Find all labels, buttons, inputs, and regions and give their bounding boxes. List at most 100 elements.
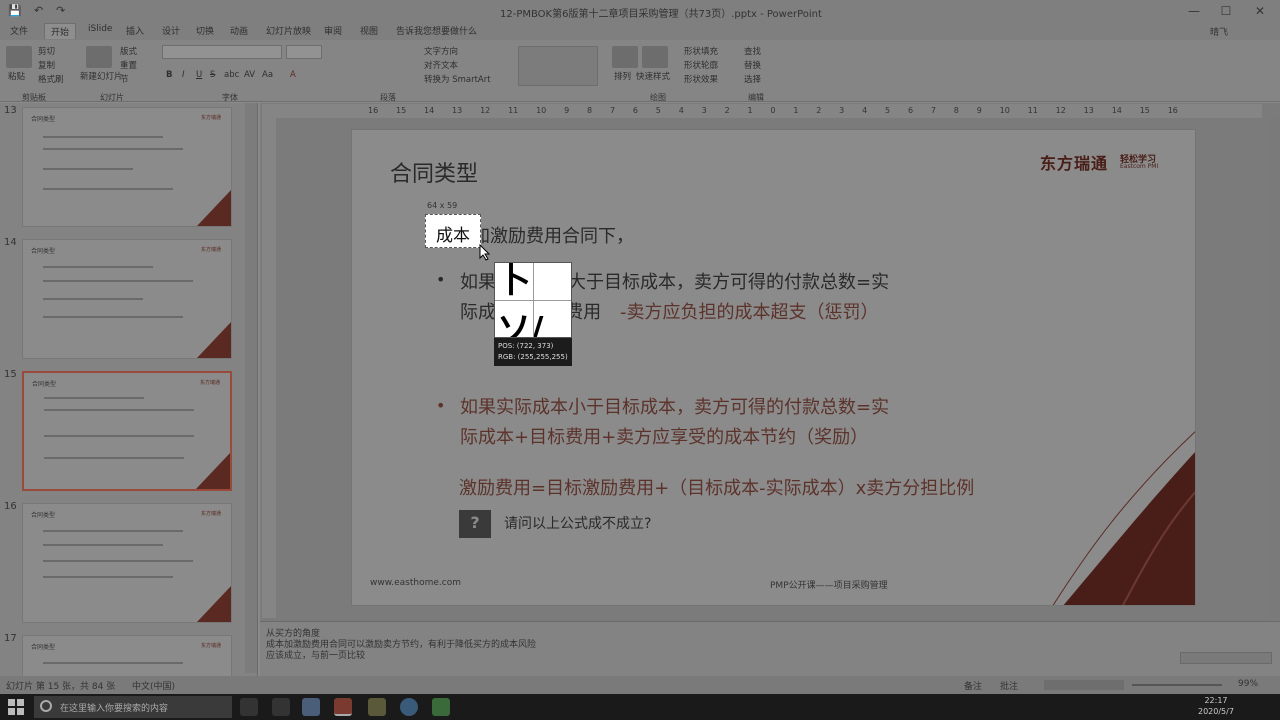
notes-mini-toolbar[interactable] xyxy=(1180,652,1272,664)
editor-scrollbar[interactable] xyxy=(1268,118,1280,618)
find-button[interactable]: 查找 xyxy=(744,45,761,57)
tab-slideshow[interactable]: 幻灯片放映 xyxy=(266,24,311,37)
slide-thumbnail-13[interactable]: 合同类型 东方瑞通 xyxy=(22,107,232,227)
underline-button[interactable]: U xyxy=(196,70,202,80)
shape-fill-button[interactable]: 形状填充 xyxy=(684,45,718,57)
new-slide-button[interactable]: 新建幻灯片 xyxy=(80,70,123,82)
italic-button[interactable]: I xyxy=(182,70,185,80)
slide-canvas[interactable]: 合同类型 东方瑞通 轻松学习 Eastcom PMI • 成本加激励费用合同下，… xyxy=(351,129,1196,606)
smartart-button[interactable]: 转换为 SmartArt xyxy=(424,73,491,85)
font-color-button[interactable]: A xyxy=(290,70,296,80)
bullet-dot: • xyxy=(436,396,446,415)
shadow-button[interactable]: abc xyxy=(224,70,239,80)
bold-button[interactable]: B xyxy=(166,70,172,80)
notes-toggle[interactable]: 备注 xyxy=(964,679,982,692)
shape-effects-button[interactable]: 形状效果 xyxy=(684,73,718,85)
app-icon[interactable] xyxy=(368,698,386,716)
font-size-select[interactable] xyxy=(286,45,322,59)
arrange-button[interactable]: 排列 xyxy=(614,70,631,82)
ruler-tick-label: 6 xyxy=(907,106,914,115)
quick-styles-icon[interactable] xyxy=(642,46,668,68)
browser-icon[interactable] xyxy=(400,698,418,716)
char-spacing-button[interactable]: AV xyxy=(244,70,255,80)
slide-thumbnail-17[interactable]: 合同类型 东方瑞通 xyxy=(22,635,232,678)
language-indicator[interactable]: 中文(中国) xyxy=(132,679,175,692)
tab-view[interactable]: 视图 xyxy=(360,24,378,37)
font-name-select[interactable] xyxy=(162,45,282,59)
tab-transitions[interactable]: 切换 xyxy=(196,24,214,37)
ruler-tick-label: 10 xyxy=(536,106,547,115)
ruler-tick-label: 7 xyxy=(609,106,616,115)
capture-size-label: 64 x 59 xyxy=(427,201,458,210)
view-buttons[interactable] xyxy=(1044,680,1124,690)
align-text-button[interactable]: 对齐文本 xyxy=(424,59,458,71)
powerpoint-icon[interactable] xyxy=(334,698,352,716)
strikethrough-button[interactable]: S xyxy=(210,70,215,80)
zoom-level[interactable]: 99% xyxy=(1238,679,1258,689)
speaker-notes[interactable]: 从买方的角度 成本加激励费用合同可以激励卖方节约，有利于降低买方的成本风险 应该… xyxy=(260,621,1280,676)
thumbnail-logo: 东方瑞通 xyxy=(199,380,220,386)
shape-outline-button[interactable]: 形状轮廓 xyxy=(684,59,718,71)
slide-thumbnail-16[interactable]: 合同类型 东方瑞通 xyxy=(22,503,232,623)
ruler-tick-label: 5 xyxy=(655,106,661,115)
file-explorer-icon[interactable] xyxy=(302,698,320,716)
tab-home[interactable]: 开始 xyxy=(44,23,77,39)
tab-islide[interactable]: iSlide xyxy=(88,24,112,34)
tab-insert[interactable]: 插入 xyxy=(126,24,144,37)
cut-button[interactable]: 剪切 xyxy=(38,45,55,57)
question-text: 请问以上公式成不成立? xyxy=(504,516,652,532)
thumbnails-scrollbar[interactable] xyxy=(245,103,257,673)
copy-button[interactable]: 复制 xyxy=(38,59,55,71)
replace-button[interactable]: 替换 xyxy=(744,59,761,71)
ruler-ticks: 16 15 14 13 12 11 10 9 8 7 6 5 4 3 2 1 0 1 2 3 4 5 6 7 8 9 10 11 12 1… xyxy=(368,106,1178,118)
ruler-tick-label: 14 xyxy=(1111,106,1122,115)
save-icon[interactable]: 💾 xyxy=(8,4,22,17)
company-logo: 东方瑞通 xyxy=(1040,154,1109,173)
tab-file[interactable]: 文件 xyxy=(10,24,28,37)
section-button[interactable]: 节 xyxy=(120,73,129,85)
new-slide-icon[interactable] xyxy=(86,46,112,68)
windows-taskbar: 在这里输入你要搜索的内容 22:17 2020/5/7 xyxy=(0,694,1280,720)
layout-button[interactable]: 版式 xyxy=(120,45,137,57)
zoom-slider[interactable] xyxy=(1132,684,1222,686)
thumbnail-logo: 东方瑞通 xyxy=(200,115,221,121)
reset-button[interactable]: 重置 xyxy=(120,59,137,71)
arrange-icon[interactable] xyxy=(612,46,638,68)
ribbon-tabs: 文件 开始 iSlide 插入 设计 切换 动画 幻灯片放映 审阅 视图 告诉我… xyxy=(0,22,1280,40)
maximize-button[interactable]: ☐ xyxy=(1214,2,1238,20)
minimize-button[interactable]: — xyxy=(1182,2,1206,20)
change-case-button[interactable]: Aa xyxy=(262,70,273,80)
undo-icon[interactable]: ↶ xyxy=(34,4,43,17)
ruler-tick-label: 9 xyxy=(564,106,570,115)
paste-button[interactable]: 粘贴 xyxy=(8,70,25,82)
redo-icon[interactable]: ↷ xyxy=(56,4,65,17)
slide-thumbnail-14[interactable]: 合同类型 东方瑞通 xyxy=(22,239,232,359)
user-name[interactable]: 晴飞 xyxy=(1210,25,1228,38)
paragraph-group-label: 段落 xyxy=(380,93,396,102)
system-clock[interactable]: 22:17 2020/5/7 xyxy=(1198,695,1234,717)
shapes-gallery[interactable] xyxy=(518,46,598,86)
text-direction-button[interactable]: 文字方向 xyxy=(424,45,458,57)
mouse-cursor-icon xyxy=(479,244,491,261)
paste-icon[interactable] xyxy=(6,46,32,68)
windows-start-icon[interactable] xyxy=(8,699,24,715)
microphone-icon[interactable] xyxy=(240,698,258,716)
vertical-ruler xyxy=(262,118,276,618)
ruler-tick-label: 3 xyxy=(839,106,845,115)
tab-review[interactable]: 审阅 xyxy=(324,24,342,37)
wechat-icon[interactable] xyxy=(432,698,450,716)
thumbnail-title: 合同类型 xyxy=(31,644,56,651)
taskbar-search-input[interactable]: 在这里输入你要搜索的内容 xyxy=(34,696,232,718)
tab-animations[interactable]: 动画 xyxy=(230,24,248,37)
tell-me-search[interactable]: 告诉我您想要做什么 xyxy=(396,24,477,37)
thumbnail-swoosh xyxy=(196,453,230,489)
task-view-icon[interactable] xyxy=(272,698,290,716)
quick-styles-button[interactable]: 快速样式 xyxy=(636,70,670,82)
tab-design[interactable]: 设计 xyxy=(162,24,180,37)
select-button[interactable]: 选择 xyxy=(744,73,761,85)
format-painter-button[interactable]: 格式刷 xyxy=(38,73,64,85)
notes-line: 应该成立，与前一页比较 xyxy=(266,651,366,661)
slide-thumbnail-15[interactable]: 合同类型 东方瑞通 xyxy=(22,371,232,491)
close-button[interactable]: ✕ xyxy=(1248,2,1272,20)
comments-toggle[interactable]: 批注 xyxy=(1000,679,1018,692)
